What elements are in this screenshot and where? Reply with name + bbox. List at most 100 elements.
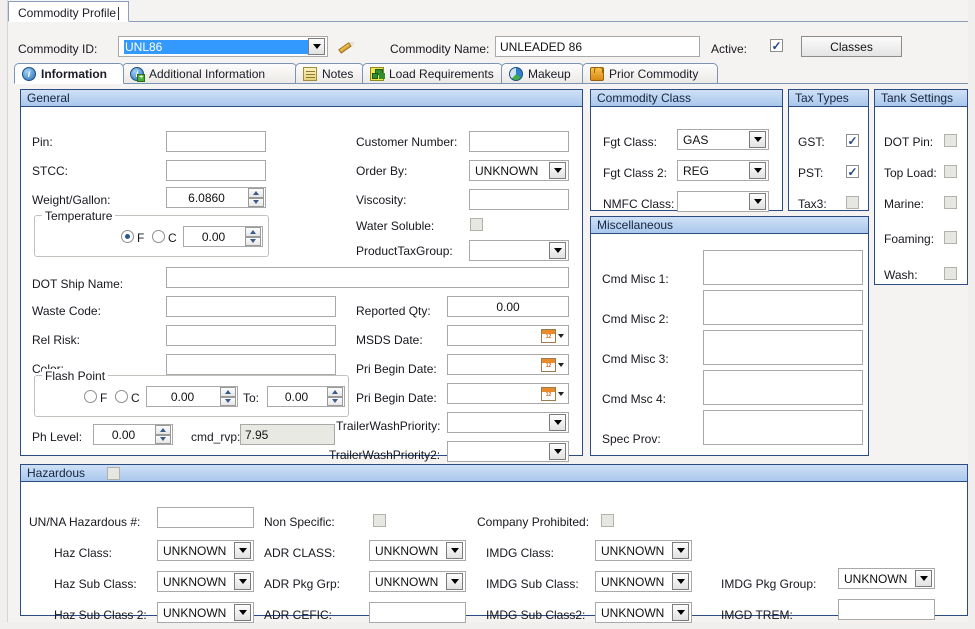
stcc-input[interactable] xyxy=(166,160,266,181)
weight-gallon-spin-buttons[interactable] xyxy=(248,188,264,207)
classes-button[interactable]: Classes xyxy=(801,36,902,57)
order-by-combo[interactable]: UNKNOWN xyxy=(469,160,569,181)
spin-up-icon[interactable] xyxy=(220,387,236,397)
spin-down-icon[interactable] xyxy=(220,397,236,407)
marine-checkbox[interactable] xyxy=(944,196,957,209)
tax3-checkbox[interactable] xyxy=(846,196,859,209)
unna-hazardous-input[interactable] xyxy=(157,507,254,528)
fgt-class-combo[interactable]: GAS xyxy=(677,129,769,150)
haz-sub-class-dropdown-button[interactable] xyxy=(234,573,251,590)
cmd-misc1-input[interactable] xyxy=(703,250,863,285)
flash-from-spin-buttons[interactable] xyxy=(220,387,236,406)
flash-to-spin-buttons[interactable] xyxy=(327,387,343,406)
spin-down-icon[interactable] xyxy=(248,198,264,208)
haz-sub-class-combo[interactable]: UNKNOWN xyxy=(157,571,254,592)
adr-cefic-input[interactable] xyxy=(369,602,466,623)
dot-ship-name-input[interactable] xyxy=(166,267,569,288)
calendar-icon[interactable]: 12 xyxy=(541,358,556,372)
tab-makeup[interactable]: Makeup xyxy=(501,63,584,84)
flash-point-to-spinner[interactable]: 0.00 xyxy=(267,386,345,407)
temperature-radio-c[interactable] xyxy=(152,230,165,243)
imdg-sub-class2-dropdown-button[interactable] xyxy=(672,604,689,621)
spin-down-icon[interactable] xyxy=(245,237,261,247)
cmd-misc2-input[interactable] xyxy=(703,290,863,325)
nmfc-class-combo[interactable] xyxy=(677,191,769,212)
rel-risk-input[interactable] xyxy=(166,325,336,346)
pri-begin-date2-picker[interactable]: 12 xyxy=(447,383,569,404)
spin-up-icon[interactable] xyxy=(245,227,261,237)
nmfc-class-dropdown-button[interactable] xyxy=(749,193,766,210)
non-specific-checkbox[interactable] xyxy=(373,514,386,527)
adr-class-combo[interactable]: UNKNOWN xyxy=(369,540,466,561)
haz-sub-class2-dropdown-button[interactable] xyxy=(234,604,251,621)
tab-additional-information[interactable]: i+ Additional Information xyxy=(122,63,297,84)
chevron-down-icon[interactable] xyxy=(558,334,564,338)
gst-checkbox[interactable]: ✓ xyxy=(846,134,859,147)
imdg-pkg-group-dropdown-button[interactable] xyxy=(915,570,932,587)
product-tax-group-combo[interactable] xyxy=(469,240,569,261)
tab-information[interactable]: i Information xyxy=(14,63,124,84)
cmd-misc3-input[interactable] xyxy=(703,330,863,365)
haz-sub-class2-combo[interactable]: UNKNOWN xyxy=(157,602,254,623)
fgt-class2-combo[interactable]: REG xyxy=(677,160,769,181)
tab-load-requirements[interactable]: Load Requirements xyxy=(362,63,503,84)
customer-number-input[interactable] xyxy=(469,131,569,152)
commodity-name-input[interactable]: UNLEADED 86 xyxy=(495,36,700,57)
calendar-icon[interactable]: 12 xyxy=(541,329,556,343)
imdg-sub-class-dropdown-button[interactable] xyxy=(672,573,689,590)
color-input[interactable] xyxy=(166,354,336,375)
waste-code-input[interactable] xyxy=(166,296,336,317)
spin-down-icon[interactable] xyxy=(327,397,343,407)
chevron-down-icon[interactable] xyxy=(558,392,564,396)
commodity-id-combo[interactable]: UNL86 xyxy=(118,36,328,57)
calendar-icon[interactable]: 12 xyxy=(541,387,556,401)
pst-checkbox[interactable]: ✓ xyxy=(846,165,859,178)
imdg-class-dropdown-button[interactable] xyxy=(672,542,689,559)
dot-pin-checkbox[interactable] xyxy=(944,134,957,147)
adr-pkg-grp-dropdown-button[interactable] xyxy=(446,573,463,590)
imgd-trem-input[interactable] xyxy=(838,599,935,620)
spin-down-icon[interactable] xyxy=(155,435,171,445)
product-tax-group-dropdown-button[interactable] xyxy=(549,242,566,259)
commodity-id-dropdown-button[interactable] xyxy=(308,38,325,55)
hazardous-enable-checkbox[interactable] xyxy=(107,467,120,480)
reported-qty-input[interactable]: 0.00 xyxy=(447,296,569,317)
viscosity-input[interactable] xyxy=(469,189,569,210)
tab-notes[interactable]: Notes xyxy=(295,63,364,84)
chevron-down-icon[interactable] xyxy=(558,363,564,367)
spin-up-icon[interactable] xyxy=(327,387,343,397)
spin-up-icon[interactable] xyxy=(155,425,171,435)
haz-class-combo[interactable]: UNKNOWN xyxy=(157,540,254,561)
ph-level-spin-buttons[interactable] xyxy=(155,425,171,444)
haz-class-dropdown-button[interactable] xyxy=(234,542,251,559)
imdg-class-combo[interactable]: UNKNOWN xyxy=(595,540,692,561)
adr-class-dropdown-button[interactable] xyxy=(446,542,463,559)
msds-date-picker[interactable]: 12 xyxy=(447,325,569,346)
spec-prov-input[interactable] xyxy=(703,410,863,445)
flash-point-from-spinner[interactable]: 0.00 xyxy=(146,386,238,407)
trailer-wash-priority-dropdown-button[interactable] xyxy=(549,414,566,431)
company-prohibited-checkbox[interactable] xyxy=(601,514,614,527)
foaming-checkbox[interactable] xyxy=(944,231,957,244)
trailer-wash-priority2-dropdown-button[interactable] xyxy=(549,443,566,460)
top-load-checkbox[interactable] xyxy=(944,165,957,178)
imdg-pkg-group-combo[interactable]: UNKNOWN xyxy=(838,568,935,589)
trailer-wash-priority-combo[interactable] xyxy=(447,412,569,433)
tab-prior-commodity[interactable]: Prior Commodity xyxy=(582,63,718,84)
document-tab-commodity-profile[interactable]: Commodity Profile xyxy=(8,1,129,22)
temperature-spin-buttons[interactable] xyxy=(245,227,261,246)
flash-point-radio-f[interactable] xyxy=(84,390,97,403)
active-checkbox[interactable]: ✓ xyxy=(770,39,783,52)
flash-point-radio-c[interactable] xyxy=(115,390,128,403)
imdg-sub-class2-combo[interactable]: UNKNOWN xyxy=(595,602,692,623)
cmd-misc4-input[interactable] xyxy=(703,370,863,405)
fgt-class-dropdown-button[interactable] xyxy=(749,131,766,148)
trailer-wash-priority2-combo[interactable] xyxy=(447,441,569,462)
wash-checkbox[interactable] xyxy=(944,267,957,280)
imdg-sub-class-combo[interactable]: UNKNOWN xyxy=(595,571,692,592)
ph-level-spinner[interactable]: 0.00 xyxy=(93,424,173,445)
pri-begin-date-picker[interactable]: 12 xyxy=(447,354,569,375)
adr-pkg-grp-combo[interactable]: UNKNOWN xyxy=(369,571,466,592)
spin-up-icon[interactable] xyxy=(248,188,264,198)
temperature-spinner[interactable]: 0.00 xyxy=(183,226,263,247)
